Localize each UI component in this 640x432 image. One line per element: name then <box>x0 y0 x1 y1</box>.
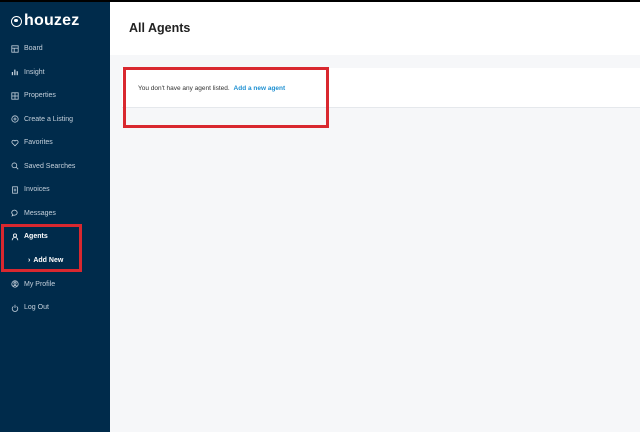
sidebar-item-label: Properties <box>24 92 56 99</box>
chevron-right-icon: › <box>28 256 31 264</box>
profile-icon <box>10 280 19 289</box>
sidebar-item-label: Board <box>24 45 43 52</box>
sidebar-item-properties[interactable]: Properties <box>0 84 110 107</box>
chart-icon <box>10 68 19 77</box>
properties-icon <box>10 91 19 100</box>
sidebar-item-log-out[interactable]: Log Out <box>0 296 110 319</box>
logo-icon <box>11 15 22 27</box>
sidebar-item-label: Saved Searches <box>24 162 76 170</box>
sidebar-item-insight[interactable]: Insight <box>0 61 110 84</box>
heart-icon <box>10 138 19 147</box>
sidebar-item-board[interactable]: Board <box>0 37 110 60</box>
sidebar-item-invoices[interactable]: Invoices <box>0 178 110 201</box>
sidebar-item-label: Insight <box>24 68 45 76</box>
sidebar-item-create-listing[interactable]: Create a Listing <box>0 108 110 131</box>
invoice-icon <box>10 185 19 194</box>
chat-icon <box>10 209 19 218</box>
board-icon <box>10 44 19 53</box>
sidebar-item-saved-searches[interactable]: Saved Searches <box>0 155 110 178</box>
sidebar-item-label: Agents <box>24 233 48 240</box>
plus-circle-icon <box>10 115 19 124</box>
logo-text: houzez <box>24 12 80 29</box>
houzez-logo[interactable]: houzez <box>11 12 79 30</box>
sidebar-item-label: Messages <box>24 209 56 217</box>
user-icon <box>10 232 19 241</box>
sidebar-subitem-add-new[interactable]: › Add New <box>0 250 110 270</box>
sidebar-item-agents[interactable]: Agents <box>0 225 110 248</box>
page-title: All Agents <box>129 21 191 35</box>
sidebar-item-label: My Profile <box>24 280 56 288</box>
sidebar-item-label: Favorites <box>24 139 53 146</box>
sidebar: houzez Board Insight Properties Create a… <box>0 0 110 432</box>
empty-state-text: You don't have any agent listed. <box>138 85 230 92</box>
sidebar-item-label: Create a Listing <box>24 115 74 123</box>
empty-state-message: You don't have any agent listed. Add a n… <box>138 85 285 92</box>
sidebar-item-label: Log Out <box>24 304 49 311</box>
page-header: All Agents <box>110 2 640 55</box>
top-border <box>0 0 640 2</box>
sidebar-item-my-profile[interactable]: My Profile <box>0 273 110 296</box>
sidebar-subitem-label: Add New <box>33 256 64 264</box>
main-content: All Agents You don't have any agent list… <box>110 0 640 432</box>
agents-panel: You don't have any agent listed. Add a n… <box>122 68 640 108</box>
add-new-agent-link[interactable]: Add a new agent <box>234 85 286 92</box>
sidebar-item-messages[interactable]: Messages <box>0 202 110 225</box>
search-icon <box>10 162 19 171</box>
power-icon <box>10 303 19 312</box>
sidebar-item-favorites[interactable]: Favorites <box>0 131 110 154</box>
sidebar-item-label: Invoices <box>24 186 50 193</box>
